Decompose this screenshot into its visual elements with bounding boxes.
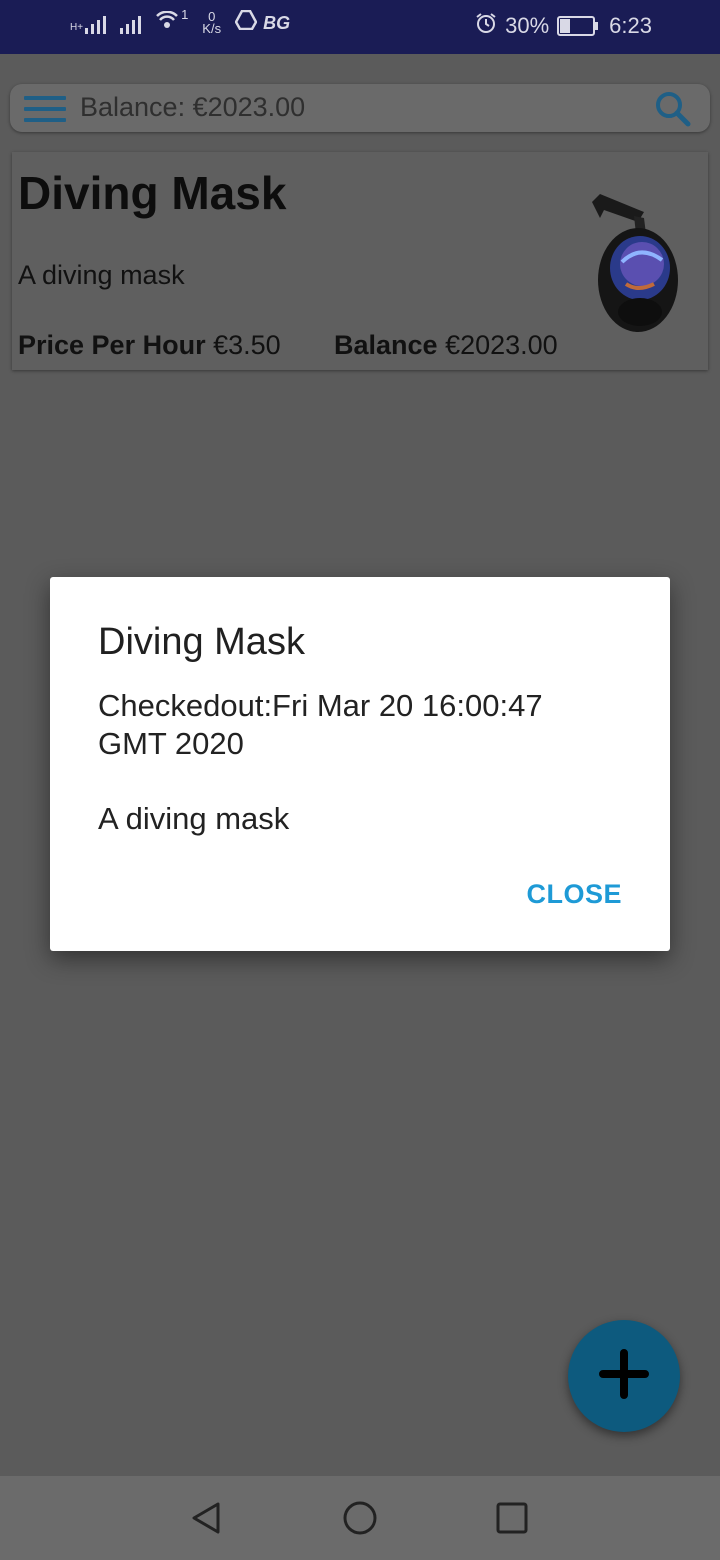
balance-label: Balance	[334, 330, 438, 360]
recents-icon[interactable]	[494, 1500, 530, 1541]
vpn-label: BG	[263, 12, 291, 33]
back-icon[interactable]	[188, 1500, 224, 1541]
clock: 6:23	[609, 13, 652, 38]
item-card[interactable]: Diving Mask A diving mask Price Per Hour…	[12, 152, 708, 370]
price-value: €3.50	[213, 330, 281, 360]
item-title: Diving Mask	[18, 167, 287, 219]
balance-value: €2023.00	[445, 330, 558, 360]
item-description: A diving mask	[18, 260, 185, 290]
balance-search-text: Balance: €2023.00	[80, 92, 306, 122]
item-details-dialog: Diving Mask Checkedout:Fri Mar 20 16:00:…	[50, 577, 670, 951]
network-type-label: H+	[70, 22, 84, 33]
wifi-badge: 1	[181, 7, 189, 22]
balance-field: Balance €2023.00	[334, 330, 558, 361]
search-icon[interactable]	[654, 90, 692, 133]
alarm-icon	[475, 12, 497, 40]
plus-icon	[599, 1348, 649, 1404]
diving-mask-image	[582, 188, 682, 339]
speed-unit: K/s	[202, 21, 222, 36]
signal-icon	[120, 12, 142, 34]
item-details-row: Price Per Hour €3.50 Balance €2023.00	[18, 330, 558, 361]
drive-icon	[234, 9, 258, 36]
home-icon[interactable]	[342, 1500, 378, 1541]
dialog-description: A diving mask	[98, 801, 290, 836]
add-button[interactable]	[568, 1320, 680, 1432]
dialog-title: Diving Mask	[98, 621, 305, 663]
status-bar: H+ 1 0 K/s BG 30% 6:23	[0, 0, 720, 54]
wifi-icon: 1	[155, 7, 188, 35]
hamburger-menu-icon[interactable]	[24, 96, 66, 122]
search-bar[interactable]: Balance: €2023.00	[10, 84, 710, 132]
price-label: Price Per Hour	[18, 330, 206, 360]
network-speed: 0 K/s	[202, 10, 222, 36]
navigation-bar	[0, 1476, 720, 1560]
battery-percent: 30%	[505, 13, 550, 38]
signal-icon	[85, 12, 107, 34]
close-button[interactable]: CLOSE	[526, 879, 622, 910]
battery-icon	[557, 16, 599, 36]
dialog-checkout-text: Checkedout:Fri Mar 20 16:00:47 GMT 2020	[98, 688, 543, 761]
